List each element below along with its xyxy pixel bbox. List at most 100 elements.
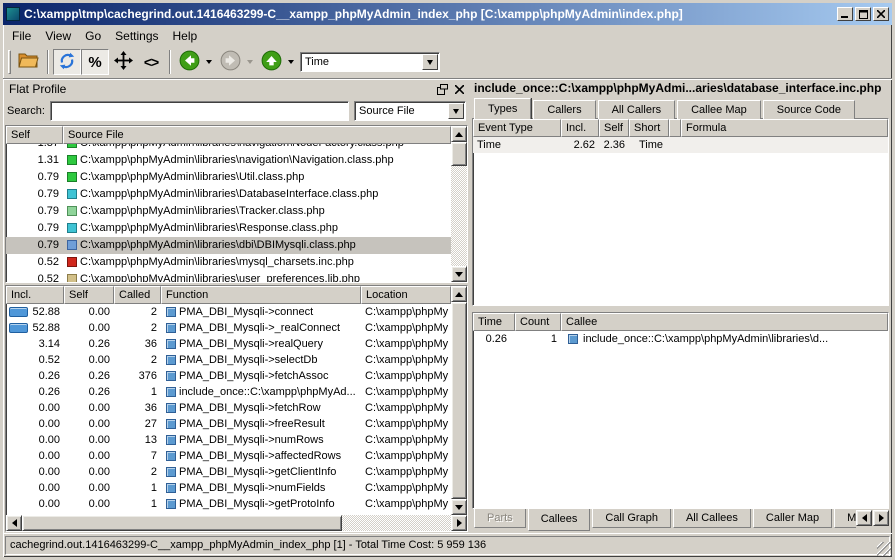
function-row[interactable]: 0.00 0.00 1 PMA_DBI_Mysqli->numFields C:…	[6, 480, 451, 496]
open-file-button[interactable]	[14, 49, 43, 75]
column-header-time[interactable]: Time	[473, 313, 515, 331]
function-row[interactable]: 0.00 0.00 1 PMA_DBI_Mysqli->getProtoInfo…	[6, 496, 451, 512]
column-header-function[interactable]: Function	[161, 286, 361, 304]
function-table-header: Incl. Self Called Function Location	[6, 286, 451, 304]
file-row[interactable]: 0.79 C:\xampp\phpMyAdmin\libraries\Datab…	[6, 186, 451, 203]
file-row[interactable]: 0.52 C:\xampp\phpMyAdmin\libraries\mysql…	[6, 254, 451, 271]
column-header-short[interactable]: Short	[629, 119, 669, 137]
function-row[interactable]: 0.26 0.26 376 PMA_DBI_Mysqli->fetchAssoc…	[6, 368, 451, 384]
percentage-button[interactable]: %	[81, 49, 109, 75]
dock-close-button[interactable]	[452, 82, 466, 96]
search-input[interactable]	[50, 101, 349, 121]
function-row[interactable]: 52.88 0.00 2 PMA_DBI_Mysqli->_realConnec…	[6, 320, 451, 336]
tab-scroll-left-button[interactable]	[856, 510, 872, 526]
column-header-incl[interactable]: Incl.	[6, 286, 64, 304]
minimize-button[interactable]	[837, 7, 853, 21]
event-type-combobox[interactable]: Time	[300, 52, 440, 72]
tab-callers[interactable]: Callers	[533, 100, 595, 119]
scrollbar-thumb[interactable]	[451, 142, 467, 166]
tab-callees[interactable]: Callees	[528, 509, 591, 531]
forward-button[interactable]	[216, 49, 245, 75]
dock-float-button[interactable]	[435, 82, 449, 96]
maximize-button[interactable]	[855, 7, 871, 21]
resize-grip[interactable]	[877, 542, 891, 556]
cycle-detection-button[interactable]	[53, 49, 81, 75]
file-row[interactable]: 0.79 C:\xampp\phpMyAdmin\libraries\Respo…	[6, 220, 451, 237]
scroll-up-button[interactable]	[451, 286, 467, 302]
file-self-cost: 1.31	[6, 152, 63, 169]
menu-go[interactable]: Go	[78, 27, 108, 45]
scrollbar-thumb[interactable]	[451, 302, 467, 499]
grouping-combobox[interactable]: Source File	[354, 101, 466, 121]
column-header-blank[interactable]	[669, 119, 681, 137]
back-button[interactable]	[175, 49, 204, 75]
function-row[interactable]: 0.26 0.26 1 include_once::C:\xampp\phpMy…	[6, 384, 451, 400]
function-row[interactable]: 3.14 0.26 36 PMA_DBI_Mysqli->realQuery C…	[6, 336, 451, 352]
function-icon	[166, 387, 176, 397]
column-header-count[interactable]: Count	[515, 313, 561, 331]
column-header-self[interactable]: Self	[6, 126, 63, 144]
shorten-templates-button[interactable]: <>	[137, 49, 165, 75]
column-header-callee[interactable]: Callee	[561, 313, 888, 331]
function-row[interactable]: 0.00 0.00 13 PMA_DBI_Mysqli->numRows C:\…	[6, 432, 451, 448]
menu-help[interactable]: Help	[166, 27, 205, 45]
column-header-called[interactable]: Called	[114, 286, 161, 304]
scroll-down-button[interactable]	[451, 266, 467, 282]
vertical-scrollbar[interactable]	[451, 286, 467, 515]
column-header-source-file[interactable]: Source File	[63, 126, 451, 144]
function-row[interactable]: 0.00 0.00 7 PMA_DBI_Mysqli->affectedRows…	[6, 448, 451, 464]
tab-all-callees[interactable]: All Callees	[673, 509, 751, 528]
file-row[interactable]: 0.79 C:\xampp\phpMyAdmin\libraries\Track…	[6, 203, 451, 220]
scrollbar-thumb[interactable]	[22, 515, 342, 531]
column-header-formula[interactable]: Formula	[681, 119, 888, 137]
event-type-row[interactable]: Time 2.62 2.36 Time	[473, 137, 888, 153]
file-row[interactable]: 1.37 C:\xampp\phpMyAdmin\libraries\navig…	[6, 144, 451, 152]
scrollbar-track[interactable]	[451, 166, 467, 266]
tab-source-code[interactable]: Source Code	[763, 100, 855, 119]
scroll-right-button[interactable]	[451, 515, 467, 531]
function-row[interactable]: 0.00 0.00 2 PMA_DBI_Mysqli->getClientInf…	[6, 464, 451, 480]
horizontal-scrollbar[interactable]	[6, 515, 467, 531]
up-dropdown-icon[interactable]	[288, 60, 294, 64]
function-row[interactable]: 52.88 0.00 2 PMA_DBI_Mysqli->connect C:\…	[6, 304, 451, 320]
tab-all-callers[interactable]: All Callers	[598, 100, 676, 119]
close-button[interactable]	[873, 7, 889, 21]
file-row[interactable]: 0.52 C:\xampp\phpMyAdmin\libraries\user_…	[6, 271, 451, 282]
forward-dropdown-icon[interactable]	[247, 60, 253, 64]
column-header-self[interactable]: Self	[64, 286, 114, 304]
tab-scroll-right-button[interactable]	[873, 510, 889, 526]
toolbar-handle[interactable]	[8, 50, 11, 74]
up-button[interactable]	[257, 49, 286, 75]
file-row-selected[interactable]: 0.79 C:\xampp\phpMyAdmin\libraries\dbi\D…	[6, 237, 451, 254]
function-row[interactable]: 0.00 0.00 36 PMA_DBI_Mysqli->fetchRow C:…	[6, 400, 451, 416]
tab-call-graph[interactable]: Call Graph	[592, 509, 671, 528]
menu-file[interactable]: File	[5, 27, 38, 45]
menu-view[interactable]: View	[38, 27, 78, 45]
file-row[interactable]: 0.79 C:\xampp\phpMyAdmin\libraries\Util.…	[6, 169, 451, 186]
scroll-left-button[interactable]	[6, 515, 22, 531]
combobox-dropdown-button[interactable]	[448, 103, 464, 119]
function-row[interactable]: 0.52 0.00 2 PMA_DBI_Mysqli->selectDb C:\…	[6, 352, 451, 368]
scroll-down-button[interactable]	[451, 499, 467, 515]
tab-callee-map[interactable]: Callee Map	[677, 100, 761, 119]
tab-types[interactable]: Types	[474, 98, 531, 119]
tab-caller-map[interactable]: Caller Map	[753, 509, 832, 528]
menu-settings[interactable]: Settings	[108, 27, 165, 45]
relative-cost-button[interactable]	[109, 49, 137, 75]
combobox-dropdown-button[interactable]	[422, 54, 438, 70]
column-header-location[interactable]: Location	[361, 286, 451, 304]
column-header-event-type[interactable]: Event Type	[473, 119, 561, 137]
function-row[interactable]: 0.00 0.00 27 PMA_DBI_Mysqli->freeResult …	[6, 416, 451, 432]
function-icon	[166, 339, 176, 349]
file-self-cost: 0.79	[6, 220, 63, 237]
back-dropdown-icon[interactable]	[206, 60, 212, 64]
column-header-self[interactable]: Self	[599, 119, 629, 137]
file-row[interactable]: 1.31 C:\xampp\phpMyAdmin\libraries\navig…	[6, 152, 451, 169]
tab-machine-code[interactable]: Machine	[834, 509, 856, 528]
vertical-scrollbar[interactable]	[451, 126, 467, 282]
scroll-up-button[interactable]	[451, 126, 467, 142]
scrollbar-track[interactable]	[342, 515, 451, 531]
callee-row[interactable]: 0.26 1 include_once::C:\xampp\phpMyAdmin…	[473, 331, 888, 347]
tab-parts: Parts	[474, 509, 526, 528]
column-header-incl[interactable]: Incl.	[561, 119, 599, 137]
